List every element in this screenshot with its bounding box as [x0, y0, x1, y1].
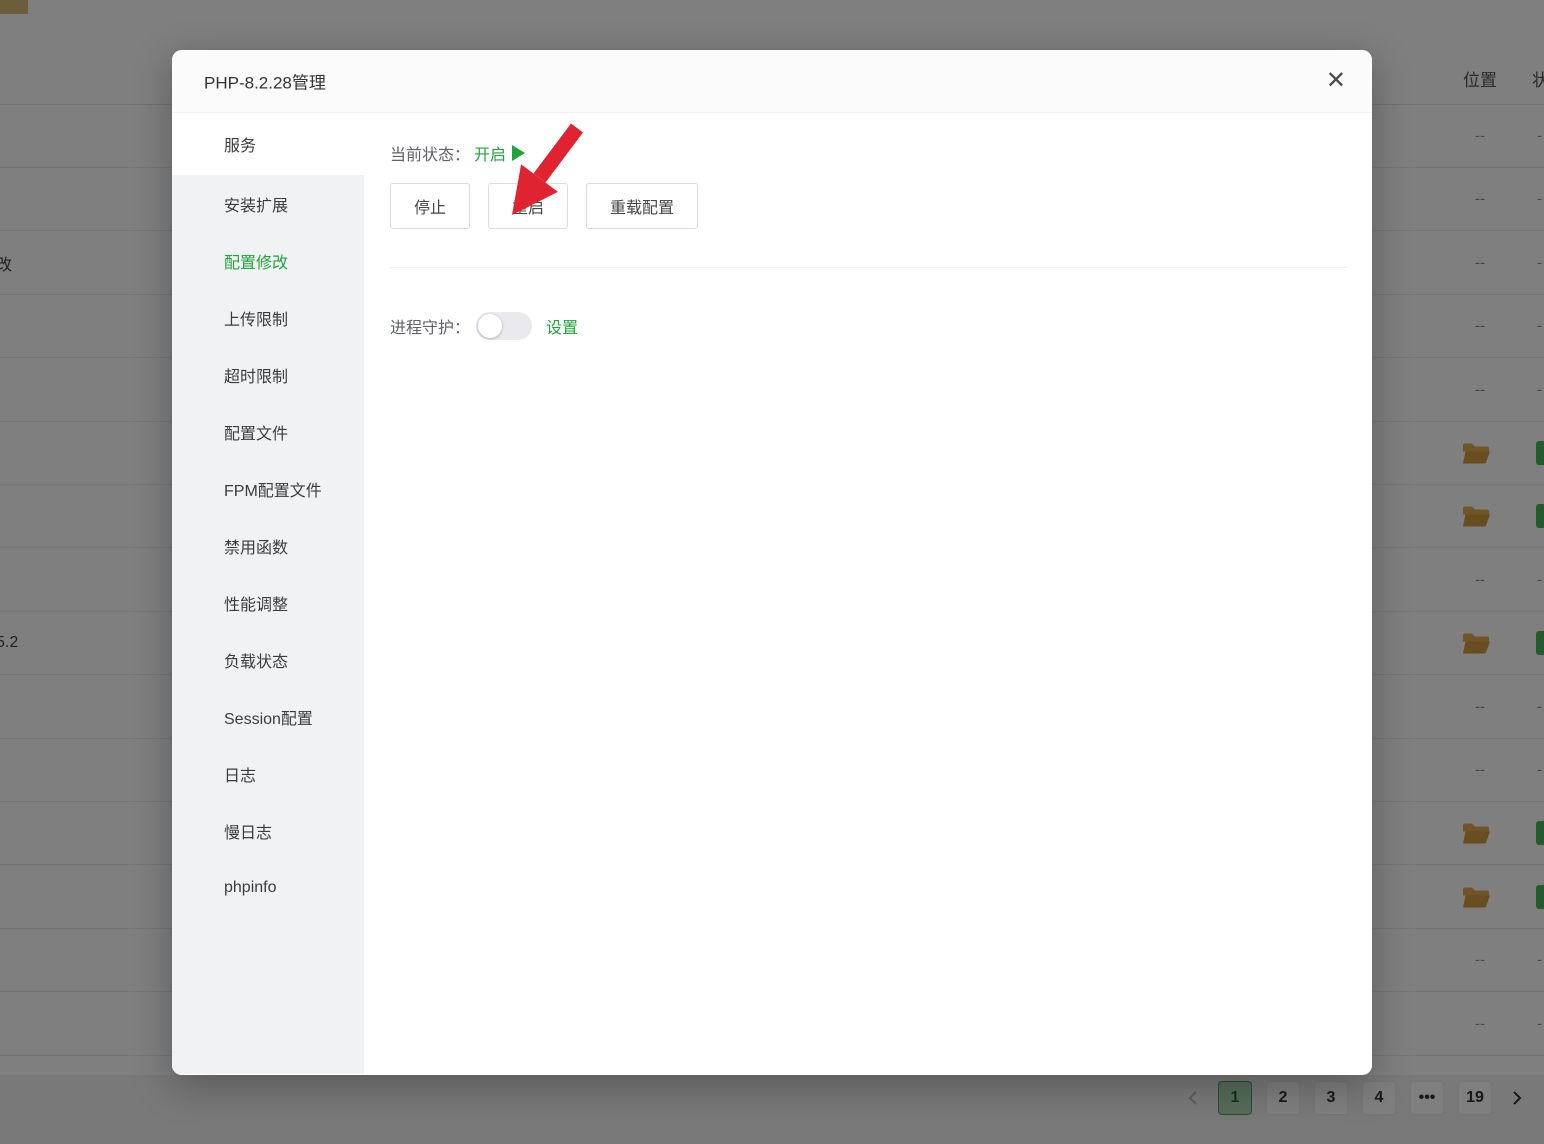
section-divider [390, 267, 1348, 268]
sidebar-item-config-file[interactable]: 配置文件 [172, 403, 364, 460]
daemon-settings-link[interactable]: 设置 [546, 314, 578, 338]
status-label: 当前状态： [390, 147, 471, 164]
stop-button[interactable]: 停止 [390, 183, 471, 229]
modal-header: PHP-8.2.28管理 ✕ [172, 50, 1372, 113]
close-button[interactable]: ✕ [1326, 69, 1346, 93]
restart-button[interactable]: 重启 [488, 183, 569, 229]
sidebar-gray-panel: 安装扩展 配置修改 上传限制 超时限制 配置文件 FPM配置文件 禁用函数 性能调整 负载状态 S… [172, 175, 364, 1074]
reload-config-button[interactable]: 重载配置 [586, 183, 699, 229]
daemon-line: 进程守护： 设置 [390, 312, 578, 340]
sidebar-item-timeout-limit[interactable]: 超时限制 [172, 346, 364, 403]
play-icon [512, 145, 526, 161]
daemon-label: 进程守护： [390, 320, 471, 337]
modal-sidebar: 服务 安装扩展 配置修改 上传限制 超时限制 配置文件 FPM配置文件 禁用函数 性能调整 负载状… [172, 113, 364, 1074]
sidebar-item-install-ext[interactable]: 安装扩展 [172, 175, 364, 232]
sidebar-item-load-status[interactable]: 负载状态 [172, 631, 364, 688]
close-icon: ✕ [1325, 67, 1346, 94]
sidebar-item-upload-limit[interactable]: 上传限制 [172, 289, 364, 346]
php-manager-modal: PHP-8.2.28管理 ✕ 服务 安装扩展 配置修改 上传限制 超时限制 配置文件 FPM… [172, 50, 1372, 1075]
sidebar-item-slow-log[interactable]: 慢日志 [172, 802, 364, 859]
sidebar-item-session-config[interactable]: Session配置 [172, 688, 364, 745]
service-buttons: 停止 重启 重载配置 [390, 183, 699, 229]
modal-body: 服务 安装扩展 配置修改 上传限制 超时限制 配置文件 FPM配置文件 禁用函数 性能调整 负载状… [172, 113, 1372, 1074]
toggle-knob [478, 314, 503, 338]
modal-title: PHP-8.2.28管理 [204, 73, 326, 93]
status-line: 当前状态： 开启 [390, 141, 526, 165]
daemon-toggle[interactable] [476, 312, 533, 340]
sidebar-item-config-edit[interactable]: 配置修改 [172, 232, 364, 289]
sidebar-item-phpinfo[interactable]: phpinfo [172, 859, 364, 916]
status-value: 开启 [474, 147, 507, 164]
sidebar-item-disabled-functions[interactable]: 禁用函数 [172, 517, 364, 574]
sidebar-item-log[interactable]: 日志 [172, 745, 364, 802]
sidebar-item-performance[interactable]: 性能调整 [172, 574, 364, 631]
sidebar-item-fpm-config[interactable]: FPM配置文件 [172, 460, 364, 517]
sidebar-item-service[interactable]: 服务 [172, 113, 364, 175]
modal-content: 当前状态： 开启 停止 重启 重载配置 进程守护： 设置 [364, 113, 1372, 1074]
